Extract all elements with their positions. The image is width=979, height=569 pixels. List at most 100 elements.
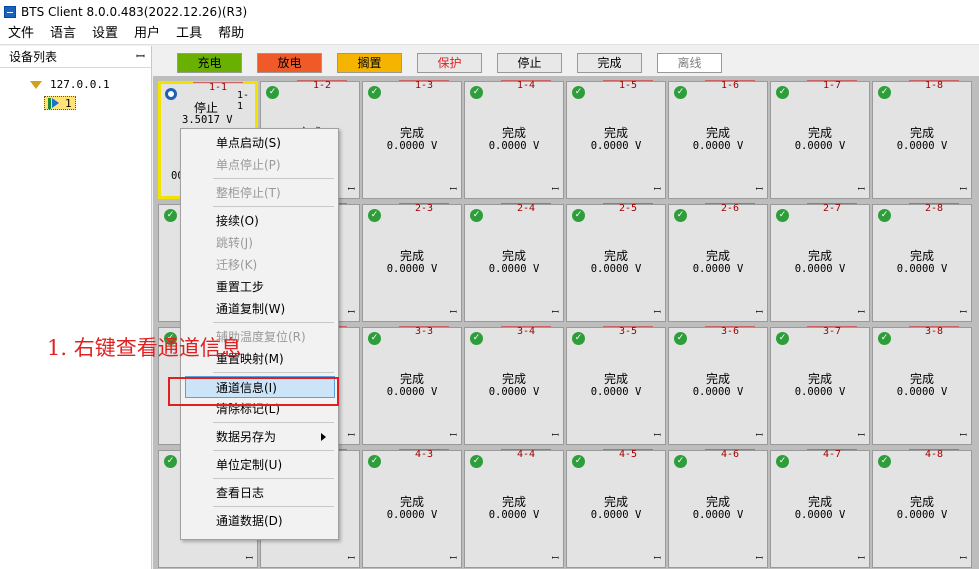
check-icon: ✓ — [572, 332, 585, 345]
channel-tab-label: 2-4 — [501, 203, 551, 214]
channel-cell[interactable]: ✓ 1-8 完成 0.0000 V ꟷ — [872, 80, 972, 199]
context-menu-item[interactable]: 数据另存为 — [181, 426, 338, 448]
channel-cell[interactable]: ✓ 2-4 完成 0.0000 V ꟷ — [464, 203, 564, 322]
context-menu-item[interactable]: 跳转(J) — [181, 232, 338, 254]
context-menu-item[interactable]: 迁移(K) — [181, 254, 338, 276]
legend-item: 停止 — [497, 53, 562, 73]
channel-cell[interactable]: ✓ 3-8 完成 0.0000 V ꟷ — [872, 326, 972, 445]
menu-user[interactable]: 用户 — [126, 23, 168, 45]
channel-status: 完成 — [807, 249, 832, 263]
channel-cell[interactable]: ✓ 3-4 完成 0.0000 V ꟷ — [464, 326, 564, 445]
channel-voltage: 3.5017 V — [182, 114, 233, 126]
expand-arrow-icon[interactable] — [30, 80, 42, 89]
channel-cell[interactable]: ✓ 3-6 完成 0.0000 V ꟷ — [668, 326, 768, 445]
channel-voltage: 0.0000 V — [692, 263, 744, 275]
context-menu-item[interactable]: 通道复制(W) — [181, 298, 338, 320]
channel-tab-label: 2-8 — [909, 203, 959, 214]
channel-cell[interactable]: ✓ 1-6 完成 0.0000 V ꟷ — [668, 80, 768, 199]
channel-status: 完成 — [603, 249, 628, 263]
device-list-header: 设备列表 ꟷ — [0, 46, 151, 68]
menu-settings[interactable]: 设置 — [84, 23, 126, 45]
channel-tab-label: 4-7 — [807, 449, 857, 460]
context-menu-item[interactable]: 整柜停止(T) — [181, 182, 338, 204]
channel-cell[interactable]: ✓ 4-4 完成 0.0000 V ꟷ — [464, 449, 564, 568]
channel-status: 完成 — [603, 495, 628, 509]
pin-icon: ꟷ — [449, 431, 457, 441]
channel-cell[interactable]: ✓ 4-3 完成 0.0000 V ꟷ — [362, 449, 462, 568]
tree-node-device[interactable]: 1 — [44, 96, 76, 110]
channel-tab-label: 1-8 — [909, 80, 959, 91]
device-node[interactable]: 1 — [44, 96, 76, 110]
channel-status: 完成 — [501, 495, 526, 509]
pin-icon[interactable]: ꟷ — [136, 49, 145, 64]
channel-cell[interactable]: ✓ 3-3 完成 0.0000 V ꟷ — [362, 326, 462, 445]
context-menu-item[interactable]: 查看日志 — [181, 482, 338, 504]
context-menu-label: 单位定制(U) — [216, 458, 283, 472]
pin-icon: ꟷ — [857, 308, 865, 318]
channel-voltage: 0.0000 V — [692, 386, 744, 398]
channel-cell[interactable]: ✓ 1-5 完成 0.0000 V ꟷ — [566, 80, 666, 199]
channel-cell[interactable]: ✓ 4-6 完成 0.0000 V ꟷ — [668, 449, 768, 568]
channel-cell[interactable]: ✓ 4-7 完成 0.0000 V ꟷ — [770, 449, 870, 568]
channel-cell[interactable]: ✓ 3-5 完成 0.0000 V ꟷ — [566, 326, 666, 445]
pin-icon: ꟷ — [449, 185, 457, 195]
channel-voltage: 0.0000 V — [896, 140, 948, 152]
channel-cell[interactable]: ✓ 1-7 完成 0.0000 V ꟷ — [770, 80, 870, 199]
channel-cell[interactable]: ✓ 4-5 完成 0.0000 V ꟷ — [566, 449, 666, 568]
channel-voltage: 0.0000 V — [590, 140, 642, 152]
channel-tab-label: 1-3 — [399, 80, 449, 91]
context-menu-item[interactable]: 通道数据(D) — [181, 510, 338, 532]
channel-voltage: 0.0000 V — [590, 509, 642, 521]
channel-tab-label: 3-4 — [501, 326, 551, 337]
channel-voltage: 0.0000 V — [896, 386, 948, 398]
context-menu-label: 查看日志 — [216, 486, 265, 500]
pin-icon: ꟷ — [653, 185, 661, 195]
channel-status: 完成 — [399, 126, 424, 140]
pin-icon: ꟷ — [347, 185, 355, 195]
window-title: BTS Client 8.0.0.483(2022.12.26)(R3) — [21, 4, 248, 19]
channel-cell[interactable]: ✓ 2-7 完成 0.0000 V ꟷ — [770, 203, 870, 322]
pin-icon: ꟷ — [449, 308, 457, 318]
device-list-panel: 设备列表 ꟷ 127.0.0.1 1 — [0, 46, 152, 569]
channel-status: 完成 — [501, 372, 526, 386]
channel-cell[interactable]: ✓ 2-8 完成 0.0000 V ꟷ — [872, 203, 972, 322]
context-menu-label: 通道数据(D) — [216, 514, 283, 528]
pin-icon: ꟷ — [653, 431, 661, 441]
channel-tab-label: 2-6 — [705, 203, 755, 214]
channel-cell[interactable]: ✓ 4-8 完成 0.0000 V ꟷ — [872, 449, 972, 568]
pin-icon: ꟷ — [347, 554, 355, 564]
channel-cell[interactable]: ✓ 1-3 完成 0.0000 V ꟷ — [362, 80, 462, 199]
channel-voltage: 0.0000 V — [386, 509, 438, 521]
menu-help[interactable]: 帮助 — [210, 23, 252, 45]
channel-cell[interactable]: ✓ 2-3 完成 0.0000 V ꟷ — [362, 203, 462, 322]
channel-status: 完成 — [603, 372, 628, 386]
channel-status: 完成 — [705, 249, 730, 263]
context-menu-item[interactable]: 单点停止(P) — [181, 154, 338, 176]
pin-icon: ꟷ — [857, 554, 865, 564]
channel-cell[interactable]: ✓ 2-5 完成 0.0000 V ꟷ — [566, 203, 666, 322]
channel-cell[interactable]: ✓ 1-4 完成 0.0000 V ꟷ — [464, 80, 564, 199]
channel-tab-label: 3-7 — [807, 326, 857, 337]
channel-tab-label: 2-3 — [399, 203, 449, 214]
pin-icon: ꟷ — [755, 185, 763, 195]
channel-voltage: 0.0000 V — [794, 386, 846, 398]
context-menu-item[interactable]: 接续(O) — [181, 210, 338, 232]
menu-language[interactable]: 语言 — [42, 23, 84, 45]
menu-tools[interactable]: 工具 — [168, 23, 210, 45]
context-menu-label: 整柜停止(T) — [216, 186, 281, 200]
context-menu-item[interactable]: 单位定制(U) — [181, 454, 338, 476]
pin-icon: ꟷ — [755, 431, 763, 441]
channel-cell[interactable]: ✓ 2-6 完成 0.0000 V ꟷ — [668, 203, 768, 322]
check-icon: ✓ — [164, 209, 177, 222]
tree-node-ip[interactable]: 127.0.0.1 — [30, 78, 110, 91]
context-menu-item[interactable]: 重置工步 — [181, 276, 338, 298]
channel-status: 完成 — [807, 126, 832, 140]
channel-tab-label: 1-1 — [193, 82, 243, 93]
channel-cell[interactable]: ✓ 3-7 完成 0.0000 V ꟷ — [770, 326, 870, 445]
context-menu-label: 跳转(J) — [216, 236, 253, 250]
annotation-text: 1. 右键查看通道信息 — [47, 336, 242, 360]
context-menu-label: 单点停止(P) — [216, 158, 281, 172]
context-menu-item[interactable]: 单点启动(S) — [181, 132, 338, 154]
menu-file[interactable]: 文件 — [0, 23, 42, 45]
pin-icon: ꟷ — [653, 554, 661, 564]
